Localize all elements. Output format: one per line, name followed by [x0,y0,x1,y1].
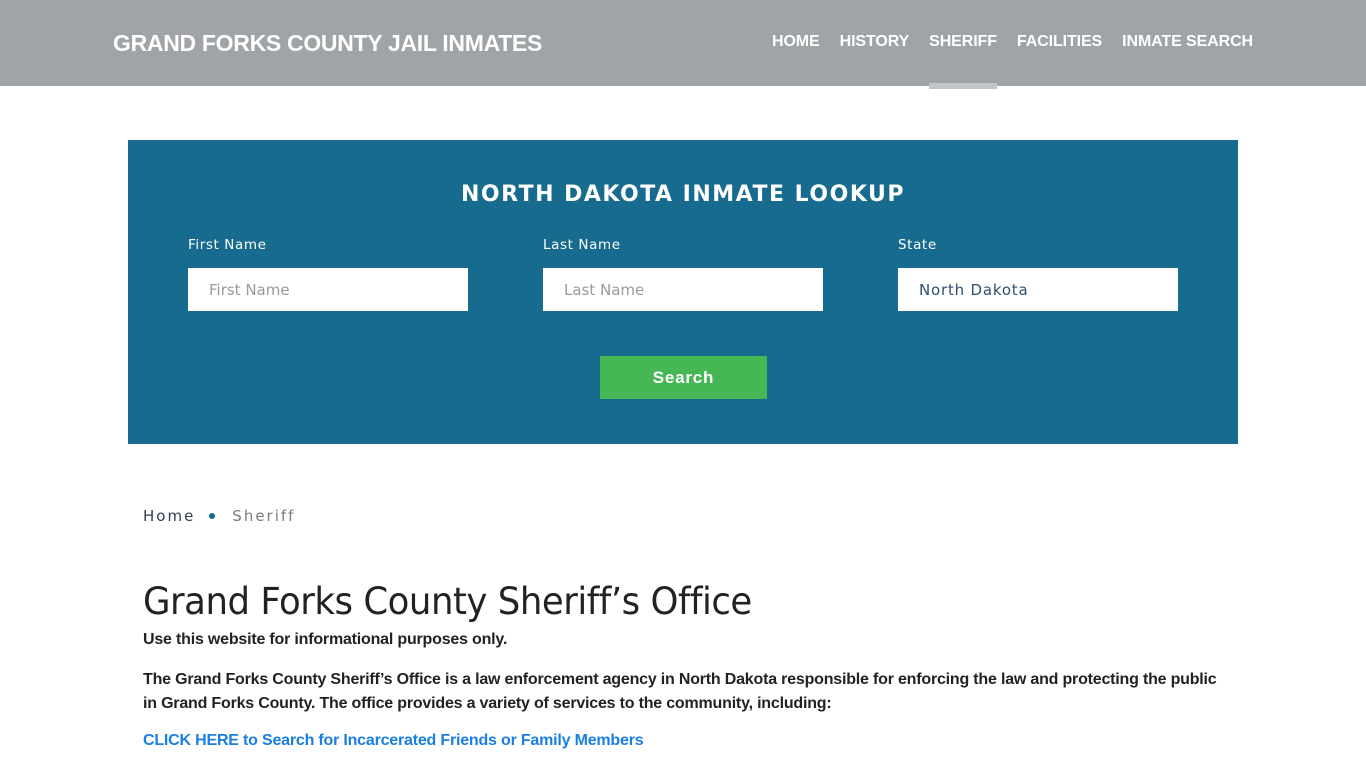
lookup-title: NORTH DAKOTA INMATE LOOKUP [461,182,905,207]
main-nav: HOME HISTORY SHERIFF FACILITIES INMATE S… [772,33,1273,89]
first-name-group: First Name [188,237,468,311]
last-name-input[interactable] [543,268,823,311]
nav-facilities[interactable]: FACILITIES [1017,33,1102,51]
nav-home[interactable]: HOME [772,33,820,51]
state-select[interactable] [898,268,1178,311]
description-text: The Grand Forks County Sheriff’s Office … [143,671,1217,712]
search-button[interactable]: Search [600,356,767,399]
first-name-input[interactable] [188,268,468,311]
disclaimer-text: Use this website for informational purpo… [143,631,508,648]
last-name-label: Last Name [543,237,621,253]
breadcrumb-separator-icon [209,513,216,519]
search-incarcerated-link[interactable]: CLICK HERE to Search for Incarcerated Fr… [143,732,644,749]
state-label: State [898,237,937,253]
site-header: GRAND FORKS COUNTY JAIL INMATES HOME HIS… [0,0,1366,89]
inmate-lookup-panel: NORTH DAKOTA INMATE LOOKUP First Name La… [128,140,1238,444]
state-group: State [898,237,1178,311]
nav-inmate-search[interactable]: INMATE SEARCH [1122,33,1253,51]
breadcrumb-current: Sheriff [232,507,296,525]
page-title: Grand Forks County Sheriff’s Office [143,580,752,623]
breadcrumb-home[interactable]: Home [143,507,195,525]
site-logo-text[interactable]: GRAND FORKS COUNTY JAIL INMATES [113,30,542,57]
nav-sheriff[interactable]: SHERIFF [929,33,997,89]
first-name-label: First Name [188,237,267,253]
last-name-group: Last Name [543,237,823,311]
breadcrumb: Home Sheriff [143,507,295,525]
main-content: Grand Forks County Sheriff’s Office Use … [143,580,1223,750]
nav-history[interactable]: HISTORY [840,33,910,51]
